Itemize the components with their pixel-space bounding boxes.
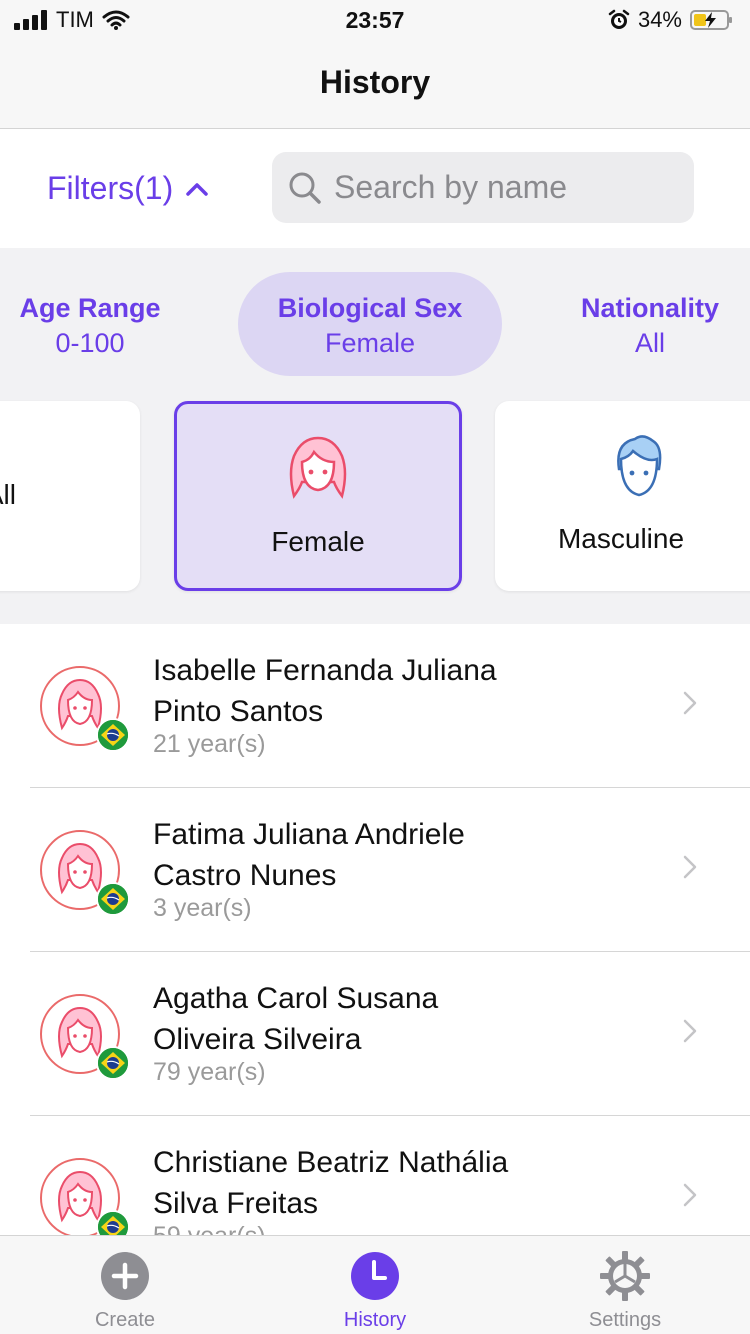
age-range-chip-title: Age Range [19,293,161,323]
tab-history[interactable]: History [250,1236,500,1334]
chevron-right-icon [683,855,697,879]
chevron-up-icon [186,182,208,196]
filter-panel: Age Range 0-100 Biological Sex Female Na… [0,248,750,624]
nav-bar: History [0,40,750,129]
patient-row[interactable]: Isabelle Fernanda Juliana Pinto Santos 21 … [0,624,750,788]
search-input[interactable] [334,169,674,206]
patient-list: Isabelle Fernanda Juliana Pinto Santos 21 … [0,624,750,1235]
patient-name-line1: Agatha Carol Susana [153,982,439,1015]
nationality-chip-value: All [634,328,665,358]
patient-name-line1: Christiane Beatriz Nathália [153,1146,509,1179]
chevron-right-icon [683,691,697,715]
patient-age: 79 year(s) [153,1058,266,1086]
patient-row[interactable]: Fatima Juliana Andriele Castro Nunes 3 yea… [0,788,750,952]
tab-settings-label: Settings [588,1309,662,1331]
sex-option-female-label: Female [271,526,365,557]
sex-option-all[interactable]: All [0,401,140,591]
brazil-flag-icon [96,718,130,752]
biological-sex-chip-title: Biological Sex [277,293,463,323]
male-face-icon [617,435,662,497]
status-right: 34% [608,7,734,33]
patient-row[interactable]: Agatha Carol Susana Oliveira Silveira 79 y… [0,952,750,1116]
patient-name-line2: Castro Nunes [153,859,337,892]
age-range-chip-value: 0-100 [55,328,125,358]
patient-name-line1: Isabelle Fernanda Juliana [153,654,497,687]
filters-toggle-label: Filters(1) [47,170,174,206]
female-face-icon [289,436,347,499]
patient-name-line1: Fatima Juliana Andriele [153,818,465,851]
filters-toggle-button[interactable]: Filters(1) [47,170,209,207]
patient-age: 3 year(s) [153,894,252,922]
patient-name: Fatima Juliana Andriele Castro Nunes [153,814,653,896]
age-range-chip[interactable]: Age Range 0-100 [0,272,180,376]
nationality-chip-title: Nationality [580,293,720,323]
chevron-right-icon [683,1019,697,1043]
tab-create-label: Create [94,1309,156,1331]
search-box[interactable] [272,152,694,223]
sex-option-masculine-label: Masculine [557,523,685,554]
sex-option-all-label: All [0,479,16,510]
patient-row[interactable]: Christiane Beatriz Nathália Silva Freitas… [0,1116,750,1235]
alarm-icon [608,9,630,29]
brazil-flag-icon [96,1046,130,1080]
search-icon [289,172,321,204]
battery-charging-icon [690,10,732,30]
patient-name: Isabelle Fernanda Juliana Pinto Santos [153,650,653,732]
chevron-right-icon [683,1183,697,1207]
tab-settings[interactable]: Settings [500,1236,750,1334]
page-title: History [319,64,431,100]
patient-age: 21 year(s) [153,730,266,758]
patient-name: Christiane Beatriz Nathália Silva Freitas [153,1142,653,1224]
tab-history-label: History [343,1309,407,1331]
tab-bar: Create History Settings [0,1235,750,1334]
patient-name-line2: Pinto Santos [153,695,324,728]
brazil-flag-icon [96,882,130,916]
brazil-flag-icon [96,1210,130,1235]
biological-sex-chip-value: Female [324,328,416,358]
status-bar: TIM 23:57 34% [0,0,750,40]
patient-name: Agatha Carol Susana Oliveira Silveira [153,978,653,1060]
patient-name-line2: Silva Freitas [153,1187,319,1220]
biological-sex-chip[interactable]: Biological Sex Female [238,272,502,376]
sex-option-female[interactable]: Female [174,401,462,591]
gear-icon [600,1251,650,1301]
battery-percent: 34% [637,7,682,32]
plus-circle-icon [101,1252,149,1300]
nationality-chip[interactable]: Nationality All [560,272,740,376]
filter-row: Filters(1) [0,129,750,248]
tab-create[interactable]: Create [0,1236,250,1334]
patient-name-line2: Oliveira Silveira [153,1023,362,1056]
sex-option-masculine[interactable]: Masculine [495,401,750,591]
clock-icon [351,1252,399,1300]
patient-age: 59 year(s) [153,1222,266,1235]
